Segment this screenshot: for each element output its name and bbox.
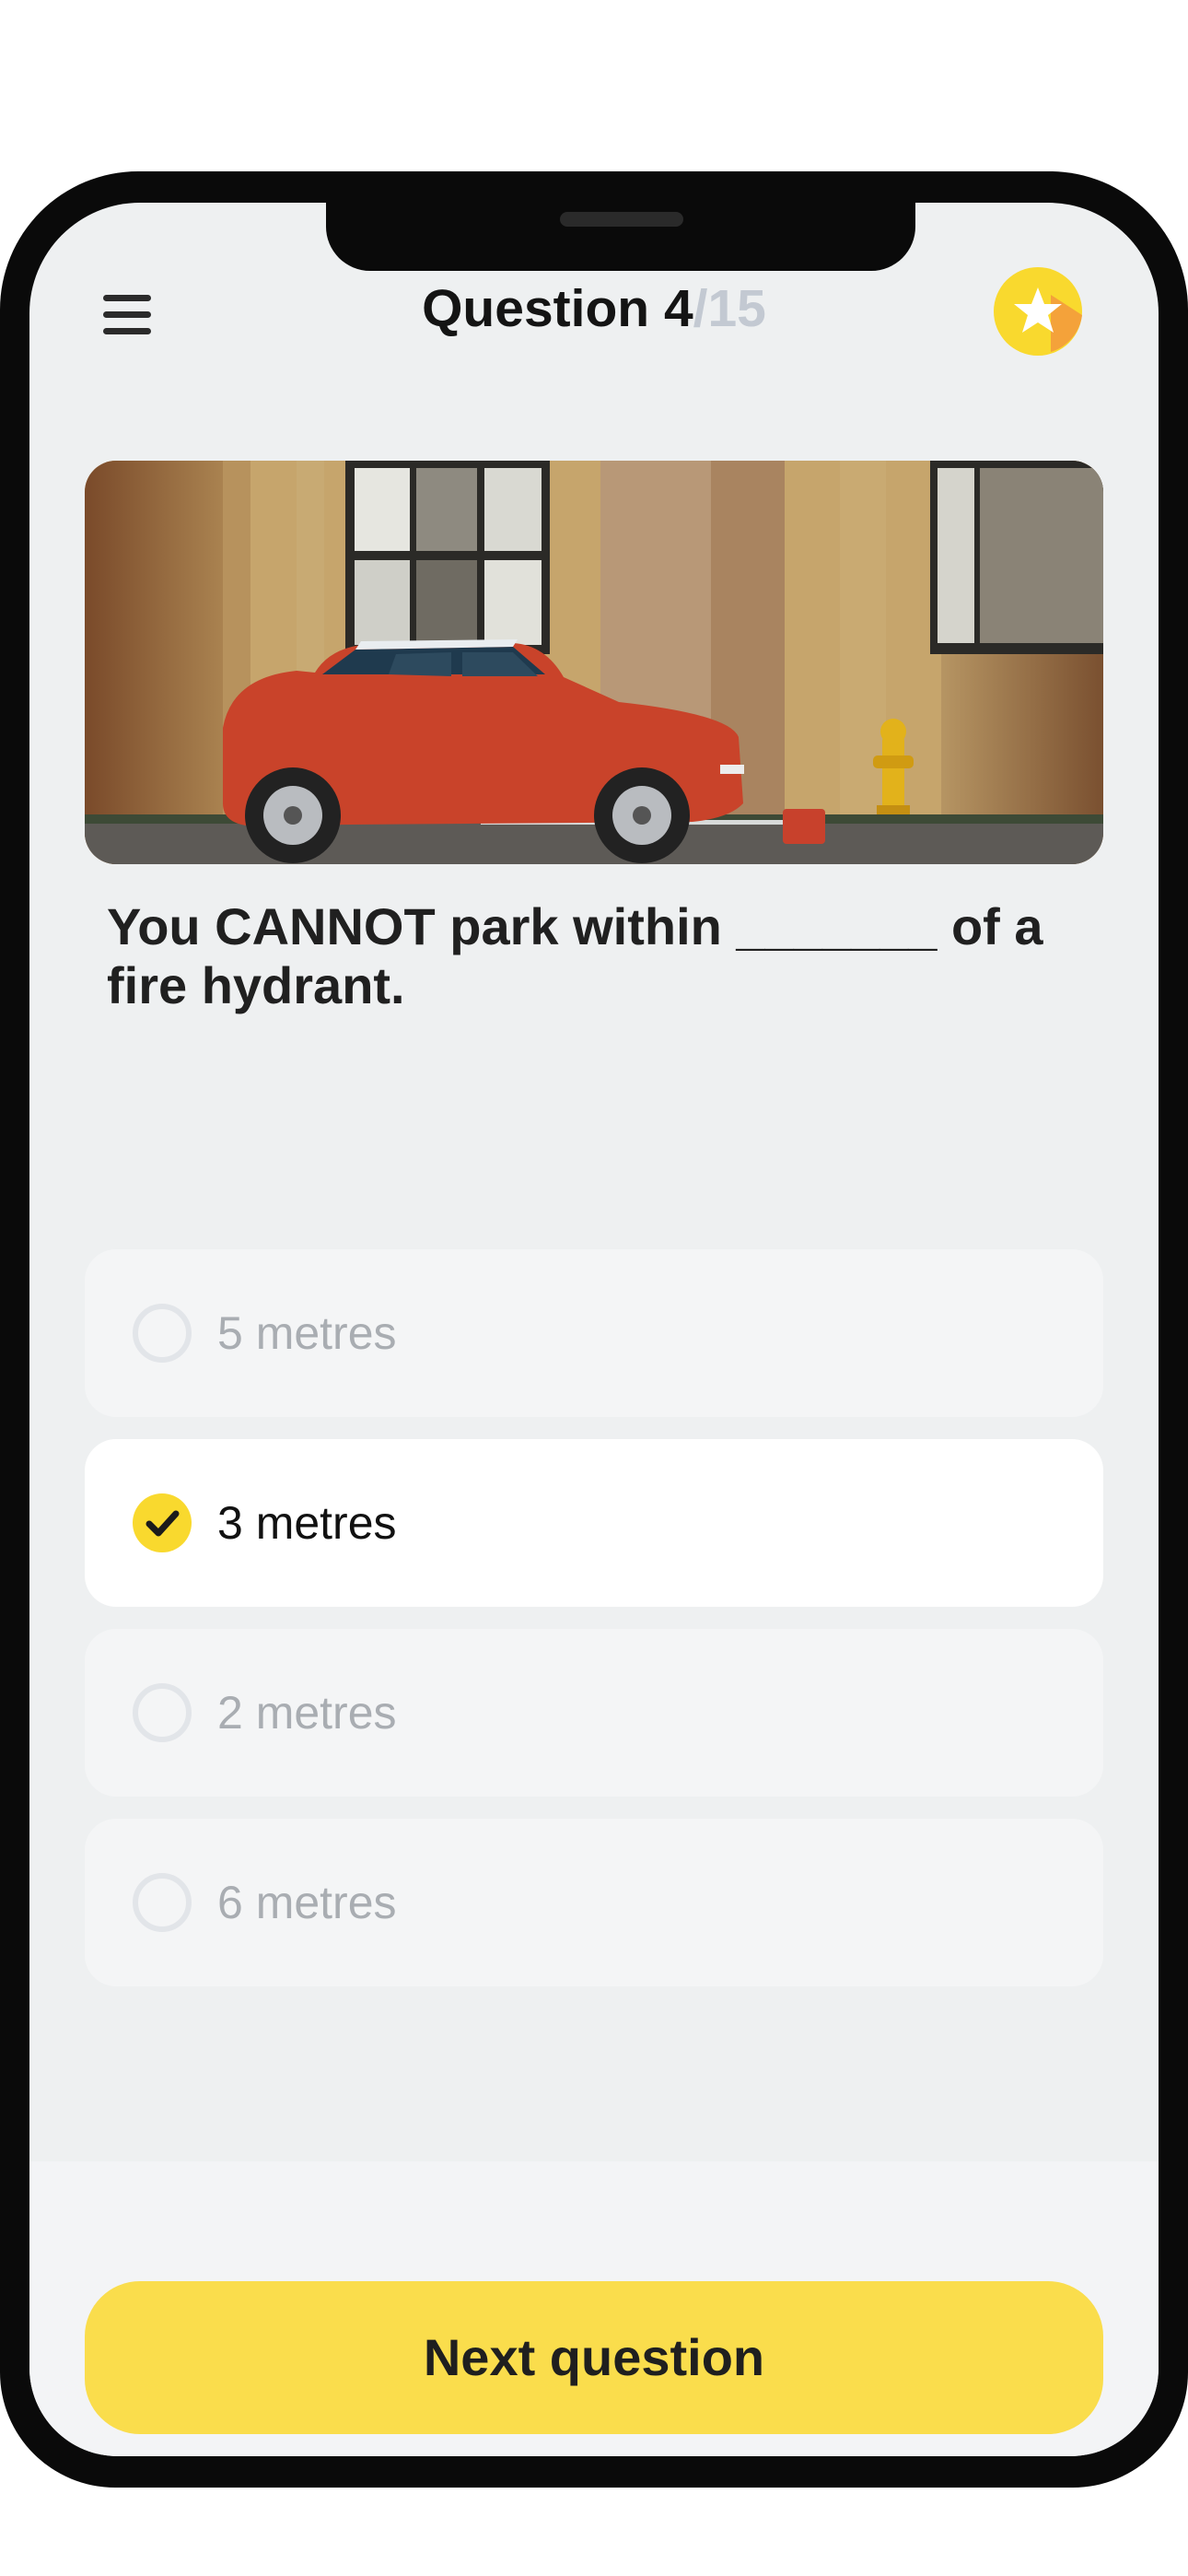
- question-photo: [85, 461, 1103, 864]
- question-total: /15: [693, 279, 766, 338]
- answer-option-label: 3 metres: [217, 1497, 397, 1549]
- phone-frame: Question 4/15 You CANNOT park within ___…: [0, 171, 1188, 2488]
- next-question-button[interactable]: Next question: [85, 2281, 1103, 2434]
- question-text: You CANNOT park within _______ of a fire…: [107, 897, 1043, 1014]
- answer-option-2[interactable]: 3 metres: [85, 1439, 1103, 1607]
- answer-option-4[interactable]: 6 metres: [85, 1819, 1103, 1986]
- app-screen: Question 4/15 You CANNOT park within ___…: [29, 203, 1159, 2456]
- answer-option-label: 5 metres: [217, 1307, 397, 1359]
- device-notch: [326, 203, 915, 271]
- radio-unchecked-icon[interactable]: [133, 1304, 192, 1363]
- question-counter: Question 4/15: [29, 278, 1159, 339]
- check-circle-icon[interactable]: [133, 1493, 192, 1552]
- answer-option-3[interactable]: 2 metres: [85, 1629, 1103, 1797]
- radio-unchecked-icon[interactable]: [133, 1683, 192, 1742]
- star-icon[interactable]: [994, 267, 1082, 356]
- answer-option-label: 2 metres: [217, 1687, 397, 1739]
- speaker-grill: [560, 212, 683, 227]
- radio-unchecked-icon[interactable]: [133, 1873, 192, 1932]
- answer-option-label: 6 metres: [217, 1877, 397, 1928]
- answer-option-1[interactable]: 5 metres: [85, 1249, 1103, 1417]
- question-number: Question 4: [422, 279, 693, 338]
